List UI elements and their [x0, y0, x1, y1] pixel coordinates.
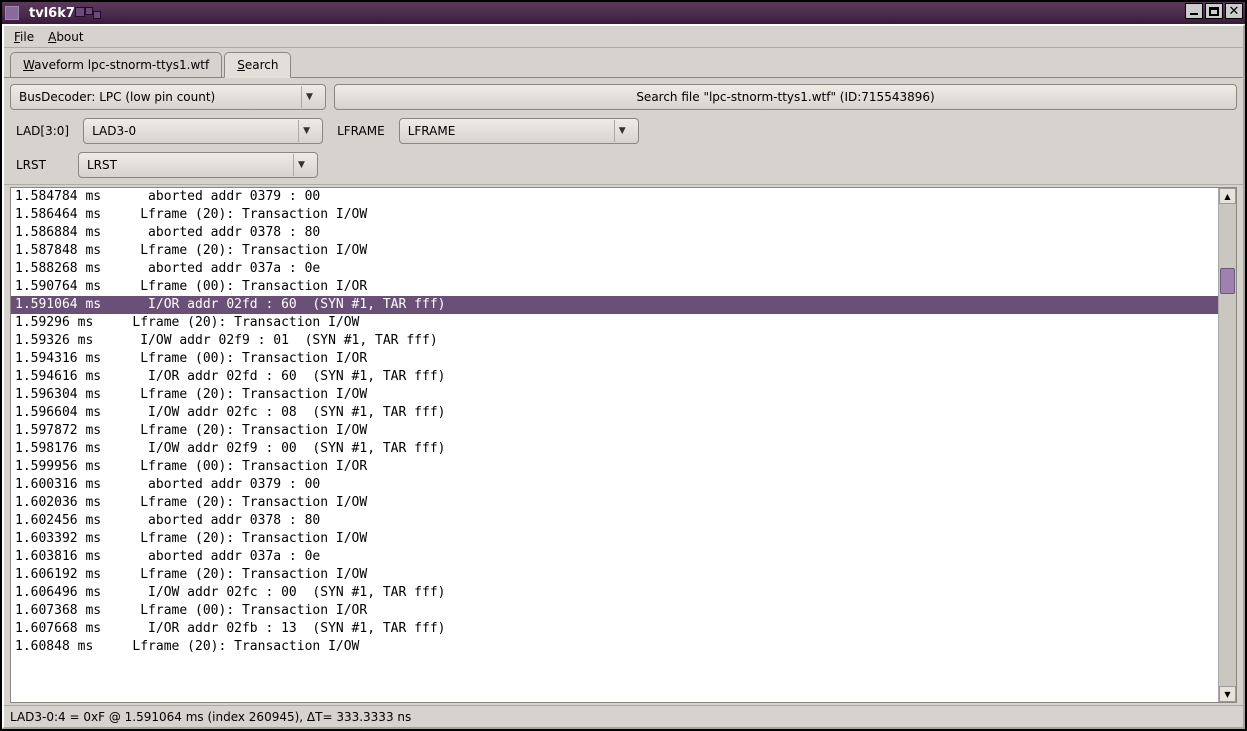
statusbar: LAD3-0:4 = 0xF @ 1.591064 ms (index 2609…: [4, 705, 1243, 727]
lrst-label: LRST: [16, 158, 64, 172]
list-row[interactable]: 1.587848 ms Lframe (20): Transaction I/O…: [11, 242, 1218, 260]
list-row[interactable]: 1.586464 ms Lframe (20): Transaction I/O…: [11, 206, 1218, 224]
lad-select[interactable]: LAD3-0 ▼: [83, 118, 323, 144]
lframe-select[interactable]: LFRAME ▼: [399, 118, 639, 144]
tabbar: Waveform lpc-stnorm-ttys1.wtf Search: [4, 48, 1243, 78]
minimize-button[interactable]: [1185, 3, 1203, 19]
titlebar-deco: [75, 7, 101, 19]
list-row[interactable]: 1.60848 ms Lframe (20): Transaction I/OW: [11, 638, 1218, 656]
scroll-track[interactable]: [1219, 204, 1236, 686]
list-row[interactable]: 1.603816 ms aborted addr 037a : 0e: [11, 548, 1218, 566]
list-row[interactable]: 1.590764 ms Lframe (00): Transaction I/O…: [11, 278, 1218, 296]
vertical-scrollbar[interactable]: ▲ ▼: [1218, 188, 1236, 702]
status-text: LAD3-0:4 = 0xF @ 1.591064 ms (index 2609…: [10, 710, 411, 724]
decoder-value: BusDecoder: LPC (low pin count): [19, 90, 215, 104]
chevron-down-icon: ▼: [293, 154, 309, 176]
chevron-down-icon: ▼: [298, 120, 314, 142]
chevron-down-icon: ▼: [301, 86, 317, 108]
lad-label: LAD[3:0]: [16, 124, 69, 138]
scroll-down-button[interactable]: ▼: [1219, 686, 1236, 702]
scroll-up-button[interactable]: ▲: [1219, 188, 1236, 204]
tab-search[interactable]: Search: [224, 52, 291, 78]
list-row[interactable]: 1.596604 ms I/OW addr 02fc : 08 (SYN #1,…: [11, 404, 1218, 422]
menubar: File About: [4, 26, 1243, 48]
menu-file[interactable]: File: [14, 30, 34, 44]
list-row[interactable]: 1.591064 ms I/OR addr 02fd : 60 (SYN #1,…: [11, 296, 1218, 314]
list-row[interactable]: 1.607668 ms I/OR addr 02fb : 13 (SYN #1,…: [11, 620, 1218, 638]
lframe-label: LFRAME: [337, 124, 385, 138]
list-row[interactable]: 1.586884 ms aborted addr 0378 : 80: [11, 224, 1218, 242]
menu-about[interactable]: About: [48, 30, 84, 44]
list-row[interactable]: 1.598176 ms I/OW addr 02f9 : 00 (SYN #1,…: [11, 440, 1218, 458]
list-row[interactable]: 1.599956 ms Lframe (00): Transaction I/O…: [11, 458, 1218, 476]
list-row[interactable]: 1.606192 ms Lframe (20): Transaction I/O…: [11, 566, 1218, 584]
lframe-value: LFRAME: [408, 124, 456, 138]
close-button[interactable]: ✕: [1225, 3, 1243, 19]
window-sysmenu-icon[interactable]: [5, 6, 19, 20]
list-row[interactable]: 1.59296 ms Lframe (20): Transaction I/OW: [11, 314, 1218, 332]
list-row[interactable]: 1.606496 ms I/OW addr 02fc : 00 (SYN #1,…: [11, 584, 1218, 602]
list-row[interactable]: 1.602456 ms aborted addr 0378 : 80: [11, 512, 1218, 530]
list-row[interactable]: 1.594316 ms Lframe (00): Transaction I/O…: [11, 350, 1218, 368]
tab-waveform[interactable]: Waveform lpc-stnorm-ttys1.wtf: [10, 52, 222, 77]
window-title: tvl6k7: [29, 6, 75, 21]
list-row[interactable]: 1.600316 ms aborted addr 0379 : 00: [11, 476, 1218, 494]
scroll-thumb[interactable]: [1220, 268, 1235, 294]
decoder-select[interactable]: BusDecoder: LPC (low pin count) ▼: [10, 84, 326, 110]
chevron-down-icon: ▼: [614, 120, 630, 142]
titlebar: tvl6k7 ✕: [2, 2, 1245, 24]
list-row[interactable]: 1.603392 ms Lframe (20): Transaction I/O…: [11, 530, 1218, 548]
list-row[interactable]: 1.602036 ms Lframe (20): Transaction I/O…: [11, 494, 1218, 512]
results-list[interactable]: 1.584784 ms aborted addr 0379 : 001.5864…: [11, 188, 1218, 702]
list-row[interactable]: 1.584784 ms aborted addr 0379 : 00: [11, 188, 1218, 206]
lrst-value: LRST: [87, 158, 117, 172]
list-row[interactable]: 1.607368 ms Lframe (00): Transaction I/O…: [11, 602, 1218, 620]
search-file-button[interactable]: Search file "lpc-stnorm-ttys1.wtf" (ID:7…: [334, 84, 1237, 110]
lad-value: LAD3-0: [92, 124, 136, 138]
list-row[interactable]: 1.588268 ms aborted addr 037a : 0e: [11, 260, 1218, 278]
list-row[interactable]: 1.596304 ms Lframe (20): Transaction I/O…: [11, 386, 1218, 404]
maximize-button[interactable]: [1205, 3, 1223, 19]
list-row[interactable]: 1.594616 ms I/OR addr 02fd : 60 (SYN #1,…: [11, 368, 1218, 386]
list-row[interactable]: 1.597872 ms Lframe (20): Transaction I/O…: [11, 422, 1218, 440]
lrst-select[interactable]: LRST ▼: [78, 152, 318, 178]
list-row[interactable]: 1.59326 ms I/OW addr 02f9 : 01 (SYN #1, …: [11, 332, 1218, 350]
